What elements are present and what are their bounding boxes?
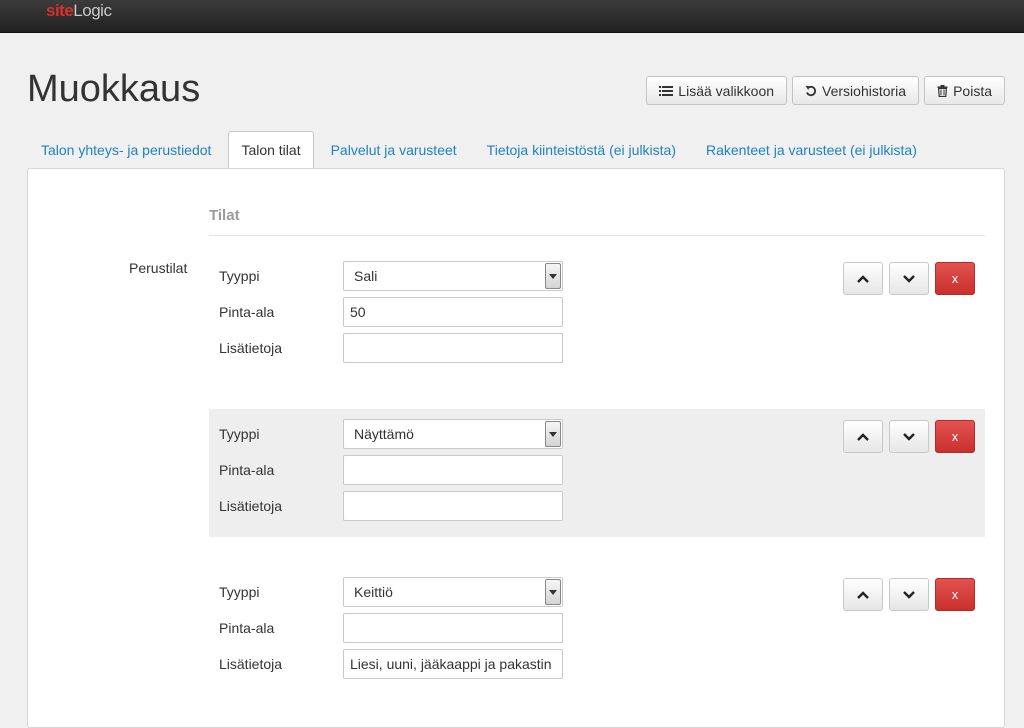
add-to-menu-label: Lisää valikkoon xyxy=(678,82,775,99)
page-actions: Lisää valikkoon Versiohistoria Poista xyxy=(646,76,1005,105)
area-input[interactable] xyxy=(343,613,563,643)
tab-bar: Talon yhteys- ja perustiedot Talon tilat… xyxy=(28,131,934,169)
area-label: Pinta-ala xyxy=(219,620,275,636)
logo-part-site: site xyxy=(46,1,74,20)
trash-icon xyxy=(937,84,948,97)
chevron-up-icon xyxy=(857,270,869,288)
info-input[interactable] xyxy=(343,649,563,679)
tab-services-equipment[interactable]: Palvelut ja varusteet xyxy=(318,131,470,168)
type-label: Tyyppi xyxy=(219,426,260,442)
top-navbar: siteLogic xyxy=(0,0,1024,33)
space-item: Tyyppi Sali Pinta-ala Lisätietoja x xyxy=(209,251,985,369)
group-label: Perustilat xyxy=(129,260,188,276)
chevron-up-icon xyxy=(857,586,869,604)
tab-house-spaces[interactable]: Talon tilat xyxy=(228,131,314,169)
move-up-button[interactable] xyxy=(843,578,883,611)
info-label: Lisätietoja xyxy=(219,656,283,672)
chevron-down-icon xyxy=(903,586,915,604)
delete-label: Poista xyxy=(953,82,992,99)
chevron-down-icon xyxy=(903,270,915,288)
type-select-value: Näyttämö xyxy=(354,426,414,442)
info-input[interactable] xyxy=(343,333,563,363)
area-label: Pinta-ala xyxy=(219,304,275,320)
remove-item-button[interactable]: x xyxy=(935,578,975,611)
chevron-down-icon xyxy=(545,579,561,605)
chevron-up-icon xyxy=(857,428,869,446)
area-label: Pinta-ala xyxy=(219,462,275,478)
info-label: Lisätietoja xyxy=(219,498,283,514)
tab-content-panel: Tilat Perustilat Tyyppi Sali Pinta-ala L… xyxy=(27,168,1005,728)
info-input[interactable] xyxy=(343,491,563,521)
area-input[interactable] xyxy=(343,297,563,327)
chevron-down-icon xyxy=(903,428,915,446)
type-select-value: Keittiö xyxy=(354,584,393,600)
version-history-label: Versiohistoria xyxy=(822,82,907,99)
logo-part-logic: Logic xyxy=(73,1,112,20)
type-label: Tyyppi xyxy=(219,584,260,600)
type-select[interactable]: Keittiö xyxy=(343,577,563,607)
move-up-button[interactable] xyxy=(843,262,883,295)
chevron-down-icon xyxy=(545,263,561,289)
version-history-button[interactable]: Versiohistoria xyxy=(792,76,920,105)
type-select[interactable]: Näyttämö xyxy=(343,419,563,449)
move-down-button[interactable] xyxy=(889,578,929,611)
page-title: Muokkaus xyxy=(27,68,201,110)
move-up-button[interactable] xyxy=(843,420,883,453)
info-label: Lisätietoja xyxy=(219,340,283,356)
tab-structures-equipment[interactable]: Rakenteet ja varusteet (ei julkista) xyxy=(693,131,930,168)
remove-item-button[interactable]: x xyxy=(935,262,975,295)
undo-icon xyxy=(805,85,817,97)
area-input[interactable] xyxy=(343,455,563,485)
space-item: Tyyppi Keittiö Pinta-ala Lisätietoja x xyxy=(209,567,985,685)
tab-property-info[interactable]: Tietoja kiinteistöstä (ei julkista) xyxy=(474,131,689,168)
space-item: Tyyppi Näyttämö Pinta-ala Lisätietoja x xyxy=(209,409,985,537)
chevron-down-icon xyxy=(545,421,561,447)
remove-item-button[interactable]: x xyxy=(935,420,975,453)
site-logo[interactable]: siteLogic xyxy=(46,1,112,21)
tab-basic-info[interactable]: Talon yhteys- ja perustiedot xyxy=(28,131,224,168)
list-icon xyxy=(659,85,674,97)
type-label: Tyyppi xyxy=(219,268,260,284)
delete-button[interactable]: Poista xyxy=(924,76,1005,105)
section-divider xyxy=(209,235,985,236)
move-down-button[interactable] xyxy=(889,420,929,453)
section-title: Tilat xyxy=(209,207,240,224)
type-select-value: Sali xyxy=(354,268,378,284)
type-select[interactable]: Sali xyxy=(343,261,563,291)
add-to-menu-button[interactable]: Lisää valikkoon xyxy=(646,76,788,105)
move-down-button[interactable] xyxy=(889,262,929,295)
